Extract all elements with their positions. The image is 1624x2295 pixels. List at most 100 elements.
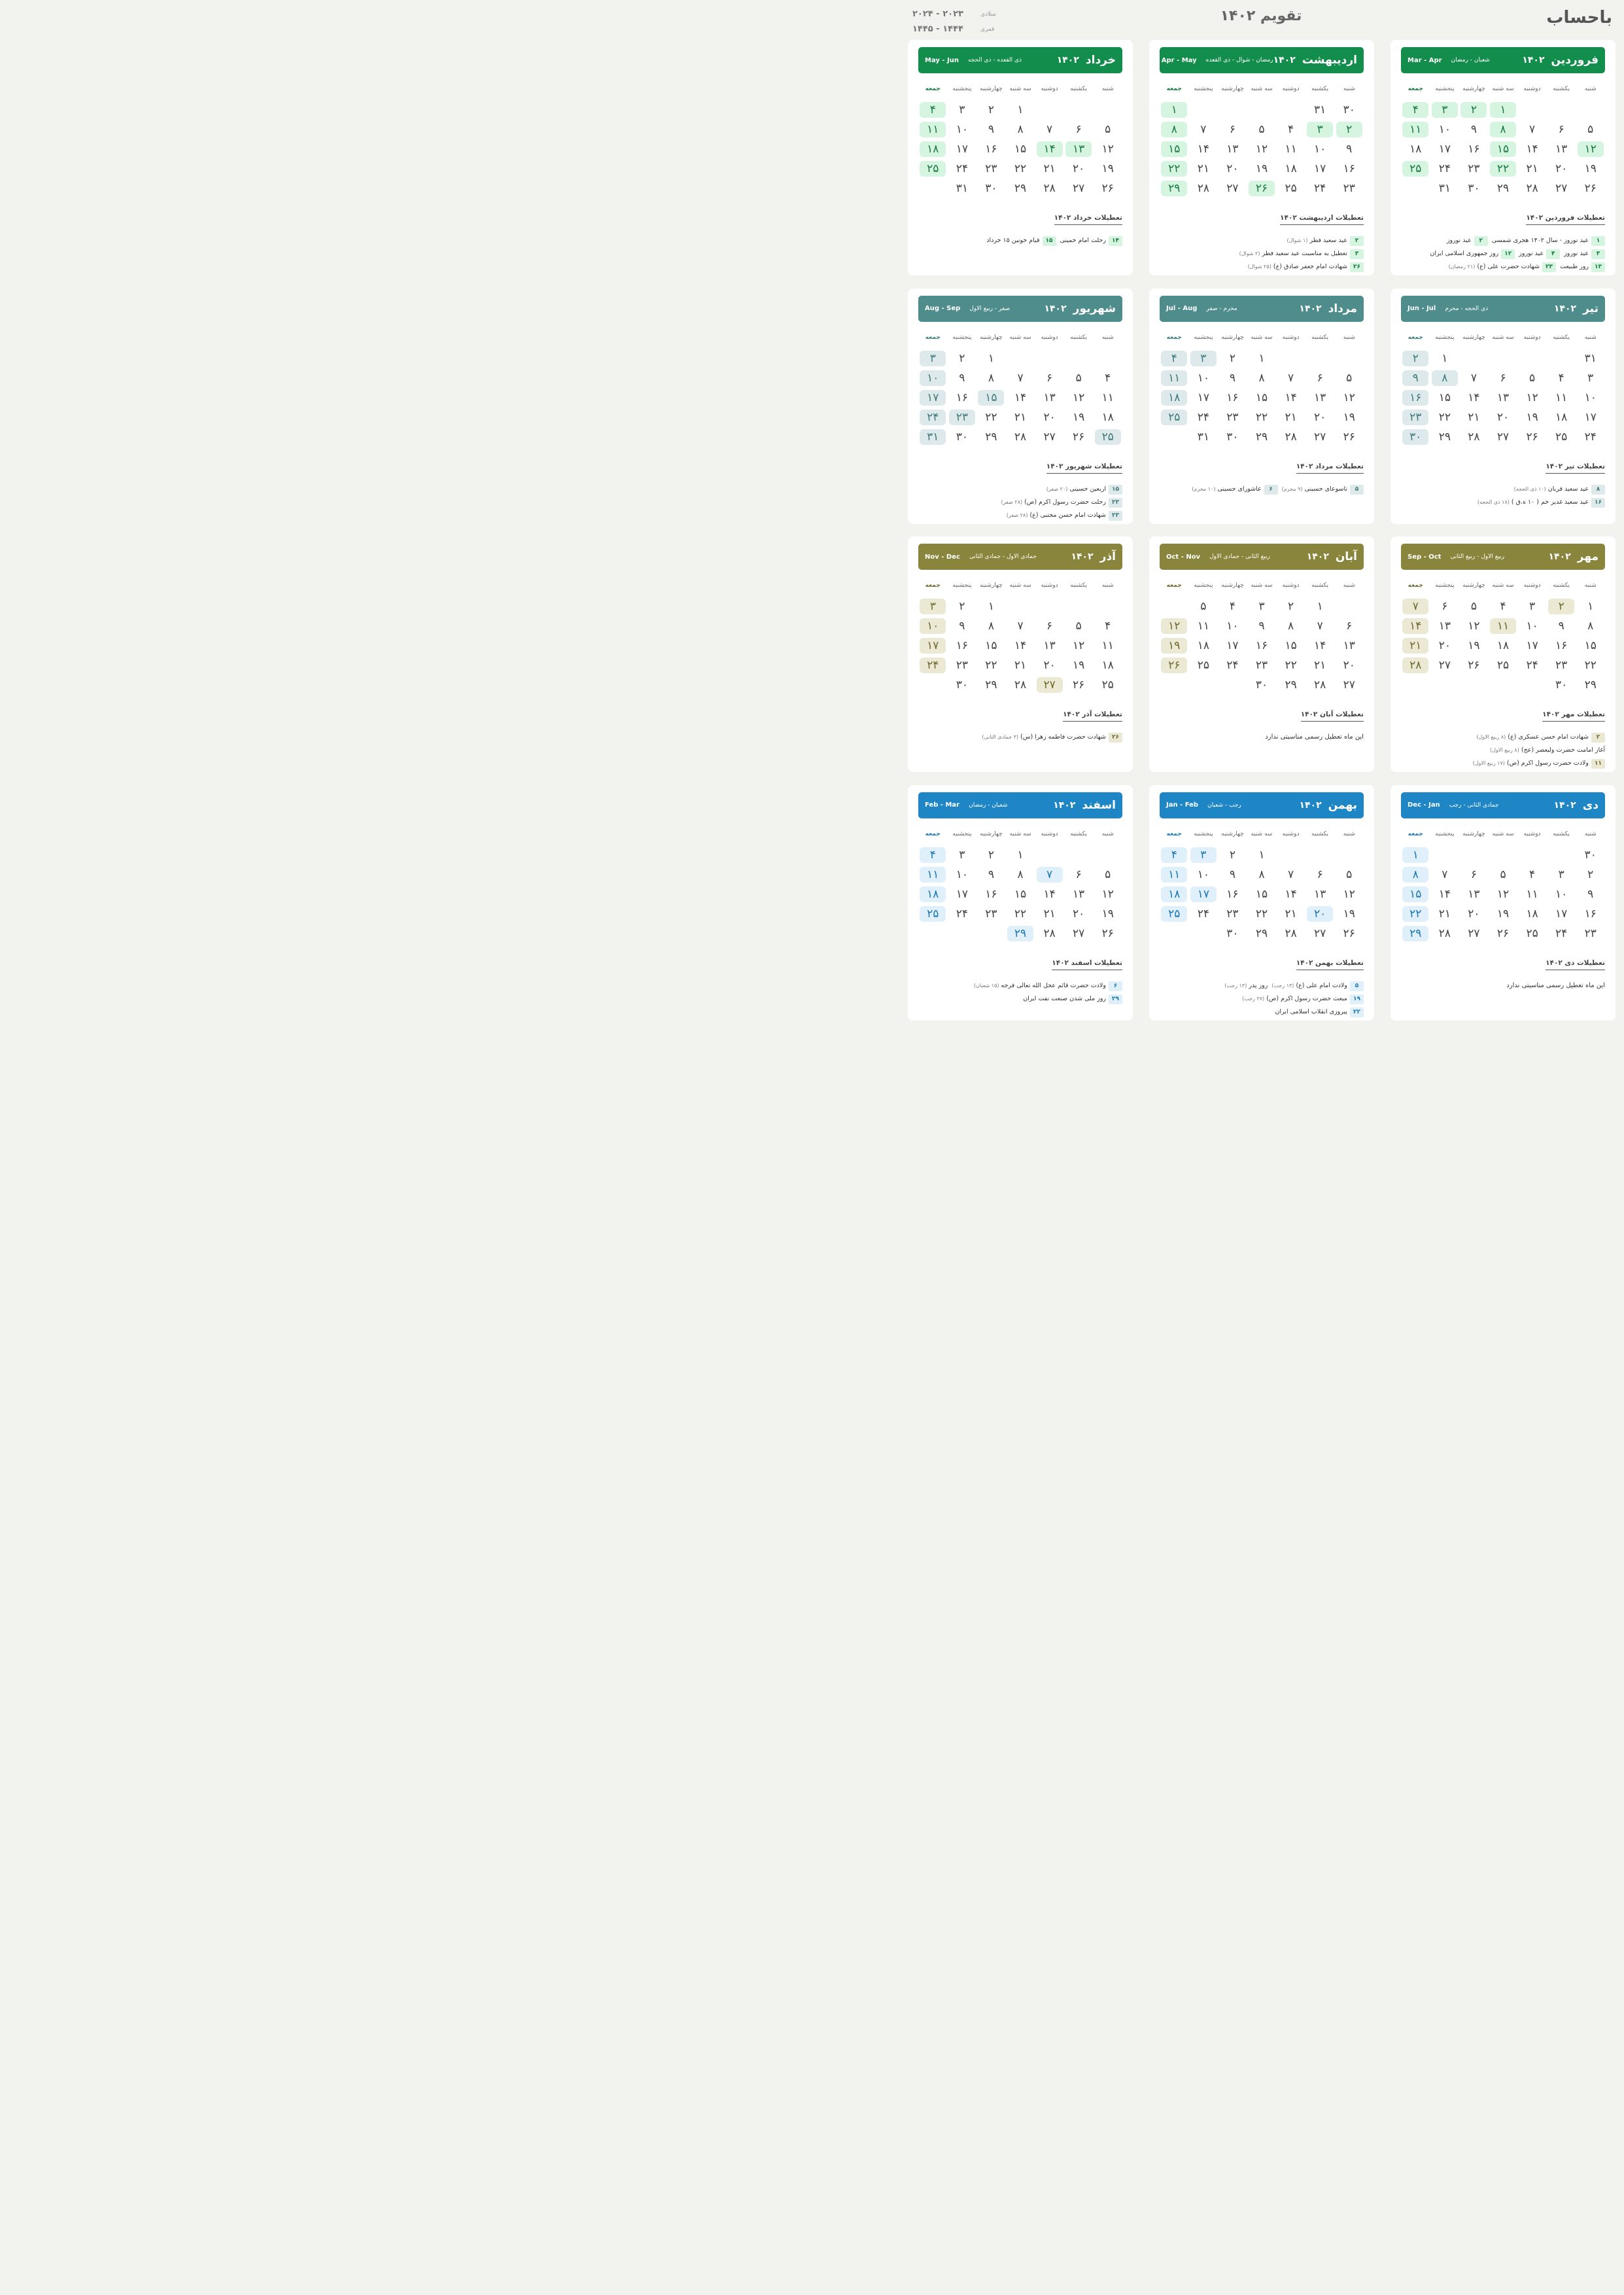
day-cell[interactable]: ۱ <box>1247 845 1277 865</box>
holiday-day-cell[interactable]: ۲ <box>1459 100 1489 120</box>
holiday-day-cell[interactable]: ۱۶ <box>1401 388 1430 408</box>
holiday-day-cell[interactable]: ۸ <box>1430 368 1460 388</box>
day-cell[interactable]: ۱۹ <box>1576 159 1605 179</box>
day-cell[interactable]: ۲۸ <box>1276 427 1305 447</box>
day-cell[interactable]: ۲۶ <box>1064 427 1094 447</box>
holiday-day-cell[interactable]: ۴ <box>918 100 948 120</box>
day-cell[interactable]: ۲۹ <box>1006 179 1035 198</box>
day-cell[interactable]: ۱۰ <box>1189 368 1218 388</box>
day-cell[interactable]: ۲۴ <box>948 904 977 924</box>
day-cell[interactable]: ۱۷ <box>1576 408 1605 427</box>
day-cell[interactable]: ۳ <box>1517 597 1547 616</box>
holiday-day-cell[interactable]: ۱۲ <box>1160 616 1189 636</box>
day-cell[interactable]: ۲۸ <box>1430 924 1460 943</box>
day-cell[interactable]: ۱۰ <box>1218 616 1247 636</box>
day-cell[interactable]: ۱۷ <box>1305 159 1335 179</box>
day-cell[interactable]: ۱۰ <box>1189 865 1218 885</box>
day-cell[interactable]: ۱۰ <box>1430 120 1460 139</box>
day-cell[interactable]: ۲۰ <box>1305 408 1335 427</box>
day-cell[interactable]: ۳۱ <box>1576 349 1605 368</box>
day-cell[interactable]: ۷ <box>1276 865 1305 885</box>
day-cell[interactable]: ۲۹ <box>1430 427 1460 447</box>
day-cell[interactable]: ۱۲ <box>1093 885 1122 904</box>
day-cell[interactable]: ۲۹ <box>1489 179 1518 198</box>
day-cell[interactable]: ۷ <box>1305 616 1335 636</box>
day-cell[interactable]: ۵ <box>1093 865 1122 885</box>
day-cell[interactable]: ۹ <box>1218 865 1247 885</box>
day-cell[interactable]: ۱۸ <box>1489 636 1518 656</box>
day-cell[interactable]: ۷ <box>1459 368 1489 388</box>
day-cell[interactable]: ۲۰ <box>1334 656 1364 675</box>
day-cell[interactable]: ۲۳ <box>1576 924 1605 943</box>
day-cell[interactable]: ۱۶ <box>1576 904 1605 924</box>
holiday-day-cell[interactable]: ۸ <box>1489 120 1518 139</box>
day-cell[interactable]: ۱۸ <box>1093 408 1122 427</box>
day-cell[interactable]: ۱۵ <box>1247 885 1277 904</box>
holiday-day-cell[interactable]: ۲۲ <box>1401 904 1430 924</box>
day-cell[interactable]: ۲۲ <box>1576 656 1605 675</box>
day-cell[interactable]: ۱۶ <box>1247 636 1277 656</box>
day-cell[interactable]: ۳۱ <box>948 179 977 198</box>
day-cell[interactable]: ۹ <box>1218 368 1247 388</box>
day-cell[interactable]: ۱۱ <box>1093 636 1122 656</box>
holiday-day-cell[interactable]: ۷ <box>1035 865 1064 885</box>
day-cell[interactable]: ۱۶ <box>1459 139 1489 159</box>
day-cell[interactable]: ۸ <box>976 368 1006 388</box>
day-cell[interactable]: ۴ <box>1093 616 1122 636</box>
day-cell[interactable]: ۲۱ <box>1305 656 1335 675</box>
day-cell[interactable]: ۴ <box>1218 597 1247 616</box>
day-cell[interactable]: ۲۲ <box>976 408 1006 427</box>
holiday-day-cell[interactable]: ۲۵ <box>1093 427 1122 447</box>
day-cell[interactable]: ۱۰ <box>948 865 977 885</box>
day-cell[interactable]: ۲۹ <box>1276 675 1305 695</box>
holiday-day-cell[interactable]: ۱۲ <box>1576 139 1605 159</box>
day-cell[interactable]: ۱ <box>1006 100 1035 120</box>
holiday-day-cell[interactable]: ۲۳ <box>948 408 977 427</box>
day-cell[interactable]: ۲۸ <box>1006 675 1035 695</box>
day-cell[interactable]: ۲۴ <box>1517 656 1547 675</box>
holiday-day-cell[interactable]: ۳ <box>1305 120 1335 139</box>
day-cell[interactable]: ۱ <box>1305 597 1335 616</box>
day-cell[interactable]: ۲۷ <box>1459 924 1489 943</box>
day-cell[interactable]: ۲ <box>1218 349 1247 368</box>
day-cell[interactable]: ۲۳ <box>1459 159 1489 179</box>
day-cell[interactable]: ۵ <box>1064 616 1094 636</box>
day-cell[interactable]: ۲۲ <box>976 656 1006 675</box>
holiday-day-cell[interactable]: ۱۷ <box>918 388 948 408</box>
holiday-day-cell[interactable]: ۲۹ <box>1401 924 1430 943</box>
day-cell[interactable]: ۲۰ <box>1064 159 1094 179</box>
day-cell[interactable]: ۲۶ <box>1093 924 1122 943</box>
day-cell[interactable]: ۱۷ <box>948 139 977 159</box>
holiday-day-cell[interactable]: ۱ <box>1160 100 1189 120</box>
day-cell[interactable]: ۳۰ <box>948 675 977 695</box>
day-cell[interactable]: ۶ <box>1334 616 1364 636</box>
day-cell[interactable]: ۷ <box>1276 368 1305 388</box>
day-cell[interactable]: ۲۴ <box>1189 408 1218 427</box>
day-cell[interactable]: ۱۶ <box>976 139 1006 159</box>
day-cell[interactable]: ۱۵ <box>1006 885 1035 904</box>
day-cell[interactable]: ۳۰ <box>1547 675 1576 695</box>
day-cell[interactable]: ۹ <box>976 865 1006 885</box>
day-cell[interactable]: ۶ <box>1064 865 1094 885</box>
day-cell[interactable]: ۳ <box>1547 865 1576 885</box>
holiday-day-cell[interactable]: ۴ <box>1401 100 1430 120</box>
day-cell[interactable]: ۱۰ <box>1517 616 1547 636</box>
holiday-day-cell[interactable]: ۲۲ <box>1160 159 1189 179</box>
day-cell[interactable]: ۳۰ <box>1218 427 1247 447</box>
day-cell[interactable]: ۲۰ <box>1035 408 1064 427</box>
day-cell[interactable]: ۹ <box>948 616 977 636</box>
day-cell[interactable]: ۲۸ <box>1517 179 1547 198</box>
day-cell[interactable]: ۲۷ <box>1305 924 1335 943</box>
day-cell[interactable]: ۱۹ <box>1064 408 1094 427</box>
day-cell[interactable]: ۱۳ <box>1547 139 1576 159</box>
day-cell[interactable]: ۱ <box>976 597 1006 616</box>
holiday-day-cell[interactable]: ۲۶ <box>1160 656 1189 675</box>
day-cell[interactable]: ۱۰ <box>1576 388 1605 408</box>
holiday-day-cell[interactable]: ۲۵ <box>918 904 948 924</box>
day-cell[interactable]: ۱۷ <box>1517 636 1547 656</box>
day-cell[interactable]: ۲۲ <box>1247 904 1277 924</box>
day-cell[interactable]: ۱۲ <box>1064 388 1094 408</box>
day-cell[interactable]: ۶ <box>1459 865 1489 885</box>
day-cell[interactable]: ۲۱ <box>1430 904 1460 924</box>
day-cell[interactable]: ۲۴ <box>1430 159 1460 179</box>
